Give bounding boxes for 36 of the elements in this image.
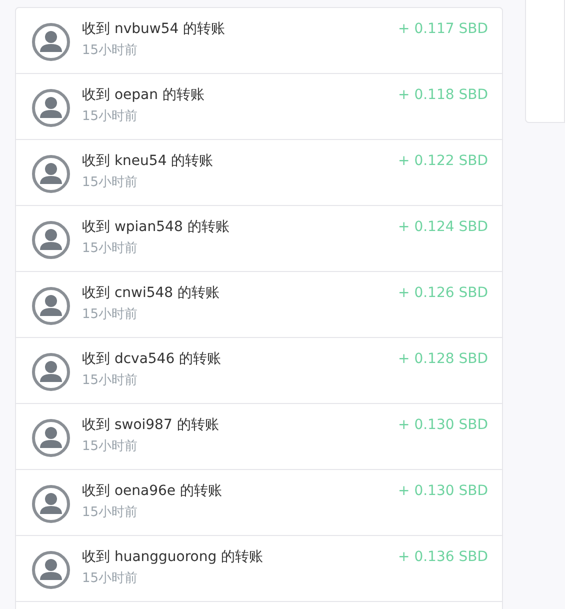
transfer-time: 15小时前 [82, 240, 139, 258]
transfer-amount: + 0.126 SBD [398, 285, 488, 301]
transfer-title: 收到 dcva546 的转账 [82, 350, 222, 369]
transfer-amount: + 0.122 SBD [398, 153, 488, 169]
transfer-amount: + 0.118 SBD [398, 87, 488, 103]
user-avatar-icon [31, 286, 71, 326]
user-avatar-icon [31, 154, 71, 194]
user-avatar-icon [31, 550, 71, 590]
user-avatar-icon [31, 484, 71, 524]
transfer-amount: + 0.130 SBD [398, 483, 488, 499]
transfer-title: 收到 cnwi548 的转账 [82, 284, 221, 303]
transfer-time: 15小时前 [82, 42, 139, 60]
user-avatar-icon [31, 418, 71, 458]
transfer-time: 15小时前 [82, 306, 139, 324]
transfer-title: 收到 kneu54 的转账 [82, 152, 214, 171]
user-avatar-icon [31, 88, 71, 128]
user-avatar-icon [31, 352, 71, 392]
transfer-time: 15小时前 [82, 174, 139, 192]
transfer-title: 收到 oena96e 的转账 [82, 482, 223, 501]
transfer-time: 15小时前 [82, 108, 139, 126]
transfer-amount: + 0.130 SBD [398, 417, 488, 433]
transfer-amount: + 0.124 SBD [398, 219, 488, 235]
transfer-title: 收到 huangguorong 的转账 [82, 548, 264, 567]
transfer-time: 15小时前 [82, 372, 139, 390]
transfer-title: 收到 swoi987 的转账 [82, 416, 220, 435]
transfer-time: 15小时前 [82, 438, 139, 456]
transfer-title: 收到 oepan 的转账 [82, 86, 206, 105]
user-avatar-icon [31, 22, 71, 62]
transfer-time: 15小时前 [82, 570, 139, 588]
user-avatar-icon [31, 220, 71, 260]
transfer-time: 15小时前 [82, 504, 139, 522]
transfer-amount: + 0.117 SBD [398, 21, 488, 37]
transfer-amount: + 0.128 SBD [398, 351, 488, 367]
transfer-title: 收到 wpian548 的转账 [82, 218, 230, 237]
transfer-title: 收到 nvbuw54 的转账 [82, 20, 226, 39]
transfer-amount: + 0.136 SBD [398, 549, 488, 565]
